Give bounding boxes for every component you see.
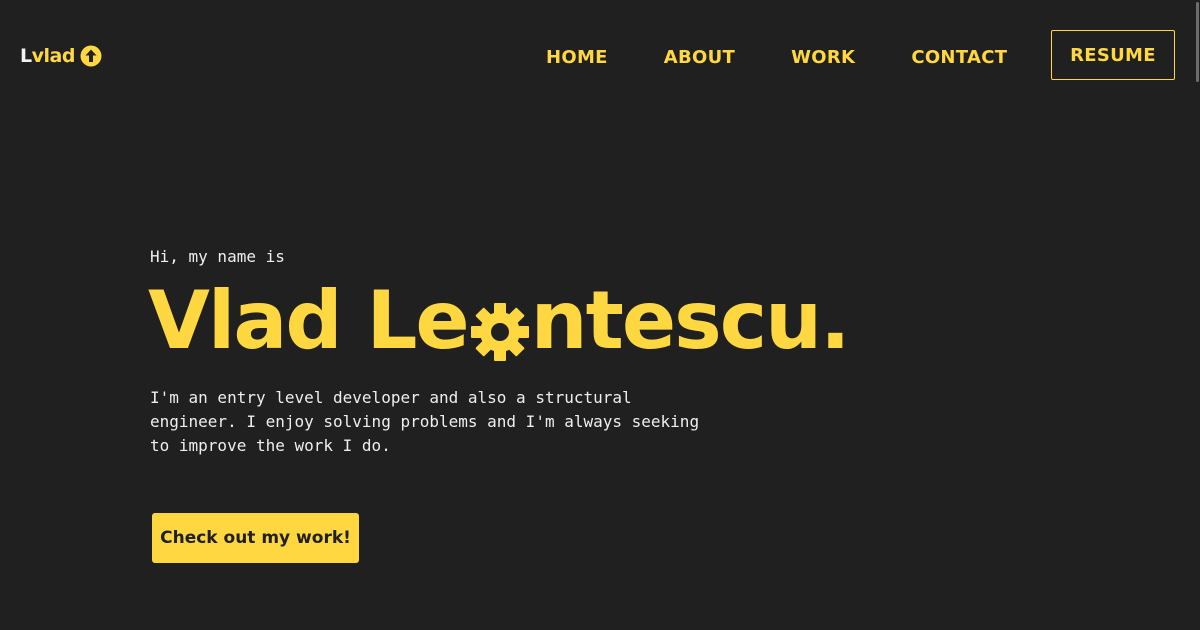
navbar: Lvlad HOME ABOUT WORK CONTACT RESUME	[0, 0, 1200, 112]
hero-section: Hi, my name is Vlad Le ntescu. I'm an en…	[148, 240, 910, 458]
hero-greeting: Hi, my name is	[150, 247, 285, 266]
nav-link-home[interactable]: HOME	[546, 47, 608, 68]
hero-name-first-part: Vlad Le	[148, 274, 470, 367]
logo-link[interactable]: Lvlad	[20, 44, 102, 68]
nav-links: HOME ABOUT WORK CONTACT	[546, 44, 1007, 70]
nav-link-contact[interactable]: CONTACT	[911, 47, 1007, 68]
gear-icon	[470, 294, 530, 361]
check-out-work-button[interactable]: Check out my work!	[152, 513, 359, 563]
arrow-up-circle-icon	[80, 45, 102, 67]
scrollbar-thumb[interactable]	[1196, 2, 1199, 82]
nav-link-about[interactable]: ABOUT	[664, 47, 735, 68]
logo-prefix: L	[20, 45, 32, 67]
nav-link-work[interactable]: WORK	[791, 47, 855, 68]
hero-name: Vlad Le ntescu.	[148, 280, 910, 362]
hero-description: I'm an entry level developer and also a …	[150, 388, 700, 455]
logo-name: vlad	[31, 45, 76, 67]
scrollbar[interactable]	[1194, 0, 1200, 630]
hero-name-last-part: ntescu.	[530, 274, 851, 367]
logo-text: Lvlad	[20, 45, 75, 67]
resume-button[interactable]: RESUME	[1051, 30, 1175, 80]
